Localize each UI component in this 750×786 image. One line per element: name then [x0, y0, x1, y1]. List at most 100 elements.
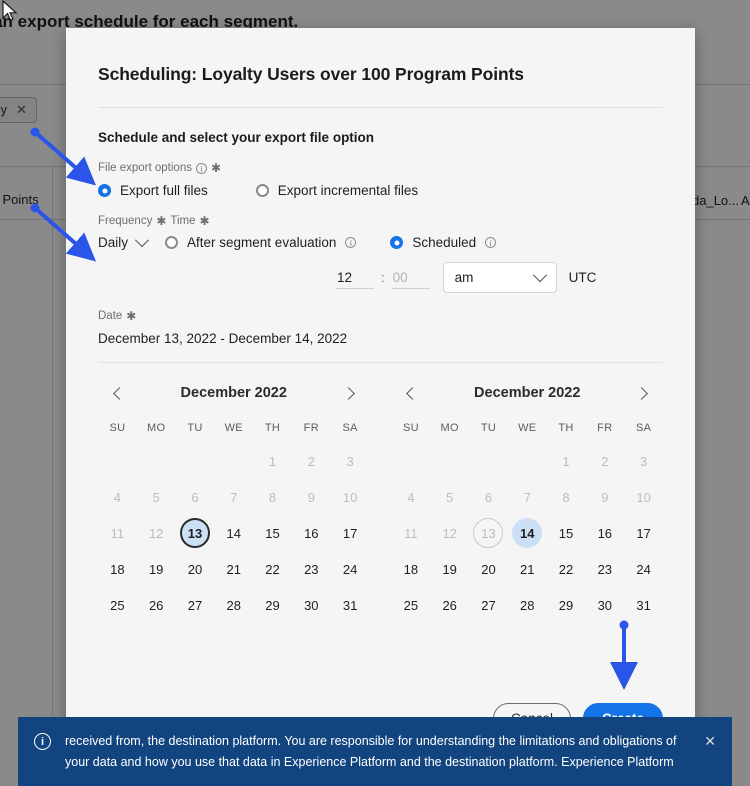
calendar-day[interactable]: 17: [331, 515, 370, 551]
calendar-day-number: 22: [558, 561, 574, 577]
calendar-day[interactable]: 27: [176, 587, 215, 623]
calendar-day: 7: [214, 479, 253, 515]
chevron-left-icon[interactable]: [106, 380, 132, 406]
calendar-day-number: 4: [407, 489, 415, 505]
calendar-day[interactable]: 30: [585, 587, 624, 623]
calendar-day[interactable]: 18: [98, 551, 137, 587]
calendar-day-number: 8: [268, 489, 277, 505]
title-divider: [98, 107, 663, 108]
info-icon[interactable]: i: [345, 237, 357, 248]
calendar-day[interactable]: 13: [176, 515, 215, 551]
calendar-day[interactable]: 22: [547, 551, 586, 587]
calendar-day-blank: [392, 443, 431, 479]
calendar-day[interactable]: 16: [585, 515, 624, 551]
calendar-day-number: 8: [562, 489, 570, 505]
calendar-day: 11: [98, 515, 137, 551]
calendar-day[interactable]: 27: [469, 587, 508, 623]
calendar-day-number: 10: [636, 489, 651, 505]
radio-after-segment-evaluation-label: After segment evaluation: [187, 235, 337, 250]
chevron-right-icon[interactable]: [629, 380, 655, 406]
info-icon[interactable]: i: [195, 162, 207, 174]
file-export-options-group: Export full files Export incremental fil…: [98, 183, 663, 198]
calendar-day: 12: [137, 515, 176, 551]
calendar-day[interactable]: 28: [508, 587, 547, 623]
hour-input[interactable]: [336, 266, 374, 289]
calendar-day[interactable]: 16: [292, 515, 331, 551]
calendar-day-number: 2: [307, 453, 315, 469]
calendar-day[interactable]: 30: [292, 587, 331, 623]
calendar-day[interactable]: 31: [624, 587, 663, 623]
calendar-day-number: 9: [601, 489, 609, 505]
calendar-day-number: 4: [113, 489, 121, 505]
radio-export-full-files[interactable]: Export full files: [98, 183, 208, 198]
info-icon[interactable]: i: [485, 237, 497, 248]
date-label-text: Date: [98, 310, 123, 322]
calendar-day[interactable]: 20: [176, 551, 215, 587]
calendar-day[interactable]: 21: [214, 551, 253, 587]
calendar-day-number: 28: [520, 597, 535, 613]
mouse-cursor: [2, 0, 18, 21]
calendar-day[interactable]: 22: [253, 551, 292, 587]
calendar-day[interactable]: 31: [331, 587, 370, 623]
calendar-day: 9: [585, 479, 624, 515]
calendar-day[interactable]: 26: [430, 587, 469, 623]
close-icon[interactable]: ✕: [704, 733, 716, 750]
calendar-day[interactable]: 24: [331, 551, 370, 587]
chevron-right-icon[interactable]: [335, 380, 361, 406]
calendar-day[interactable]: 28: [214, 587, 253, 623]
calendar-day-number: 21: [520, 561, 535, 577]
calendar-day-number: 13: [179, 518, 210, 548]
required-asterisk: ✱: [126, 309, 137, 323]
calendar-day[interactable]: 13: [469, 515, 508, 551]
calendar-day[interactable]: 20: [469, 551, 508, 587]
day-of-week-header: TU: [187, 422, 203, 434]
chevron-down-icon: [532, 267, 547, 282]
calendar-day[interactable]: 25: [392, 587, 431, 623]
calendar-grid: SU MO TU WE TH FR SA 1 2 3 4 5 6 7 8 9 10 11 12 13 14 15 16 17 1…: [392, 413, 664, 623]
calendar-day[interactable]: 29: [547, 587, 586, 623]
calendar-day[interactable]: 19: [137, 551, 176, 587]
calendar-day-blank: [430, 443, 469, 479]
calendar-day[interactable]: 15: [253, 515, 292, 551]
radio-scheduled[interactable]: Scheduled i: [390, 235, 497, 250]
modal-title: Scheduling: Loyalty Users over 100 Progr…: [98, 64, 524, 84]
ampm-select[interactable]: am: [442, 262, 557, 293]
radio-after-segment-evaluation[interactable]: After segment evaluation i: [165, 235, 357, 250]
frequency-select[interactable]: Daily: [98, 232, 150, 250]
minute-input[interactable]: [391, 266, 430, 289]
calendar-day[interactable]: 19: [430, 551, 469, 587]
calendar-day[interactable]: 24: [624, 551, 663, 587]
date-label: Date ✱: [98, 310, 663, 322]
calendar-day[interactable]: 17: [624, 515, 663, 551]
calendar-day-number: 20: [187, 561, 203, 577]
calendar-day-number: 20: [481, 561, 496, 577]
calendar-day[interactable]: 21: [508, 551, 547, 587]
chevron-left-icon[interactable]: [400, 380, 426, 406]
time-colon: :: [381, 270, 385, 285]
calendar-day-number: 19: [442, 561, 457, 577]
calendar-day-number: 31: [636, 597, 651, 613]
radio-export-incremental-files[interactable]: Export incremental files: [255, 183, 418, 198]
calendar-day[interactable]: 14: [508, 515, 547, 551]
day-of-week-header: TH: [558, 422, 574, 434]
calendar-day[interactable]: 23: [292, 551, 331, 587]
calendar-day[interactable]: 23: [585, 551, 624, 587]
calendar-day: 5: [137, 479, 176, 515]
calendar-day-number: 25: [110, 597, 125, 613]
date-range-value: December 13, 2022 - December 14, 2022: [98, 331, 348, 346]
calendar-day: 4: [98, 479, 137, 515]
calendar-day[interactable]: 18: [392, 551, 431, 587]
calendar-day-number: 17: [342, 525, 358, 541]
calendar-day[interactable]: 25: [98, 587, 137, 623]
calendar-day[interactable]: 14: [214, 515, 253, 551]
calendar-day[interactable]: 15: [547, 515, 586, 551]
calendar-day: 5: [430, 479, 469, 515]
calendar-end: December 2022 SU MO TU WE TH FR SA 1 2 3 4 5 6 7 8 9 10 11…: [392, 373, 664, 623]
time-row: : am UTC: [98, 262, 663, 293]
calendar-day-blank: [469, 443, 508, 479]
frequency-row: Daily After segment evaluation i Schedul…: [98, 232, 663, 250]
calendar-day[interactable]: 29: [253, 587, 292, 623]
section-title: Schedule and select your export file opt…: [98, 130, 375, 145]
calendar-day[interactable]: 26: [137, 587, 176, 623]
file-export-options-label-text: File export options: [98, 162, 192, 174]
